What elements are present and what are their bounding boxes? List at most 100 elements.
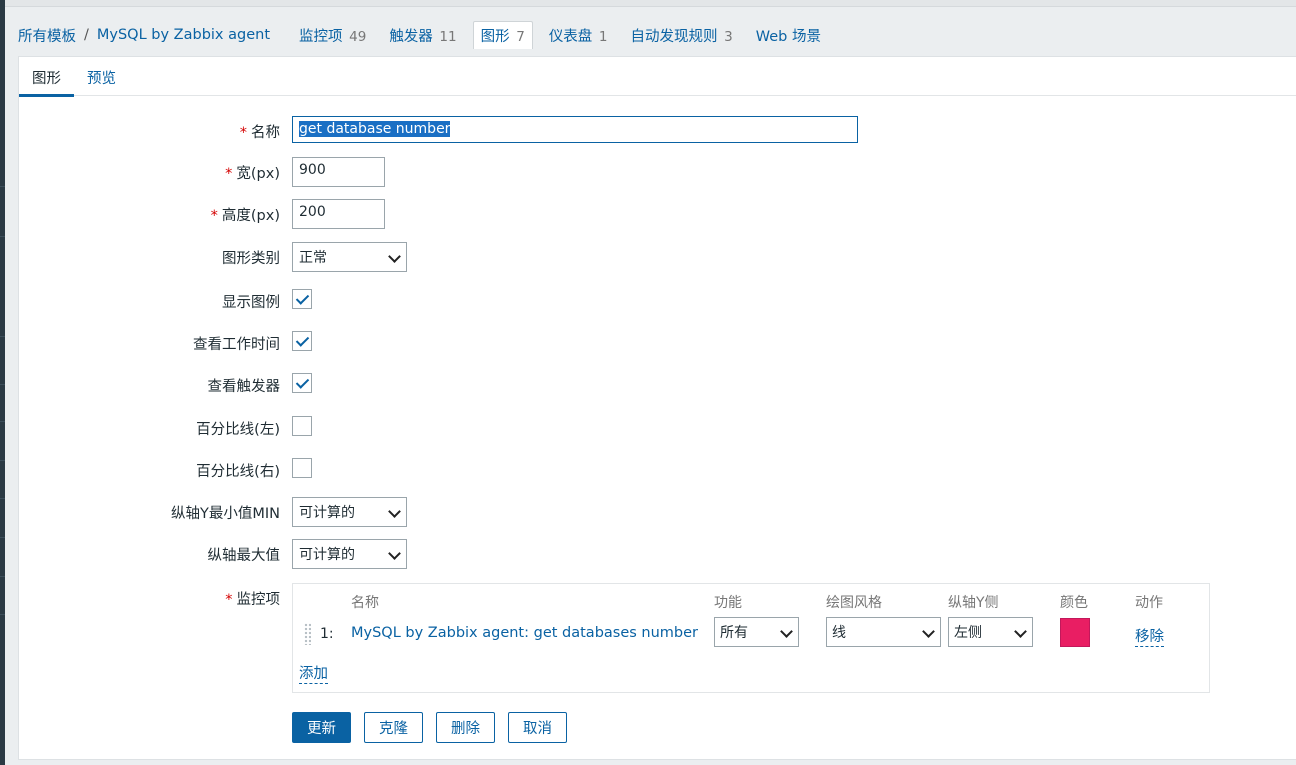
checkmark-icon <box>295 291 310 305</box>
form-row-name: * 名称 get database number <box>19 116 1296 146</box>
tab-dashboards[interactable]: 仪表盘 1 <box>542 22 615 49</box>
tab-items-count: 49 <box>349 28 367 45</box>
chevron-down-icon <box>1014 625 1027 638</box>
form-subtabs: 图形 预览 <box>19 57 1296 97</box>
chevron-down-icon <box>922 625 935 638</box>
breadcrumb-all-templates[interactable]: 所有模板 <box>18 25 76 46</box>
form-row-percentile-right: 百分比线(右) <box>19 455 1296 485</box>
item-style-value: 线 <box>832 625 846 641</box>
tab-discovery-rules[interactable]: 自动发现规则 3 <box>624 22 740 49</box>
tab-items[interactable]: 监控项 49 <box>292 22 373 49</box>
checkmark-icon <box>295 333 310 347</box>
chevron-down-icon <box>388 547 401 560</box>
breadcrumb-template-name[interactable]: MySQL by Zabbix agent <box>97 27 270 43</box>
ymax-select[interactable]: 可计算的 <box>292 539 407 569</box>
col-header-action: 动作 <box>1135 595 1163 611</box>
sidebar-divider <box>0 236 5 237</box>
subtab-preview[interactable]: 预览 <box>87 67 116 88</box>
sidebar-divider <box>0 614 5 615</box>
required-asterisk: * <box>210 208 218 224</box>
graph-type-select[interactable]: 正常 <box>292 242 407 272</box>
sidebar-divider <box>0 421 5 422</box>
form-row-ymin: 纵轴Y最小值MIN 可计算的 <box>19 497 1296 527</box>
ymin-label: 纵轴Y最小值MIN <box>171 506 280 522</box>
sidebar-divider <box>0 498 5 499</box>
clone-button[interactable]: 克隆 <box>364 712 423 743</box>
top-bar <box>5 0 1296 7</box>
col-header-name: 名称 <box>351 595 379 611</box>
item-row-number: 1: <box>320 626 334 642</box>
working-time-label: 查看工作时间 <box>193 337 280 353</box>
form-row-height: * 高度(px) 200 <box>19 199 1296 229</box>
sidebar-divider <box>0 537 5 538</box>
subtab-graph[interactable]: 图形 <box>19 67 74 97</box>
working-time-checkbox[interactable] <box>292 331 312 351</box>
item-function-value: 所有 <box>720 625 748 641</box>
tab-graphs[interactable]: 图形 7 <box>472 21 533 49</box>
ymax-label: 纵轴最大值 <box>207 548 281 564</box>
ymin-select[interactable]: 可计算的 <box>292 497 407 527</box>
col-header-function: 功能 <box>714 595 742 611</box>
cancel-button[interactable]: 取消 <box>508 712 567 743</box>
sidebar-divider <box>0 336 5 337</box>
tab-discovery-label: 自动发现规则 <box>630 28 718 45</box>
item-function-select[interactable]: 所有 <box>714 617 799 647</box>
required-asterisk: * <box>225 166 233 182</box>
ymax-value: 可计算的 <box>299 547 355 563</box>
form-row-ymax: 纵轴最大值 可计算的 <box>19 539 1296 569</box>
add-item-link[interactable]: 添加 <box>299 662 328 684</box>
percentile-right-checkbox[interactable] <box>292 458 312 478</box>
show-triggers-checkbox[interactable] <box>292 373 312 393</box>
name-input[interactable]: get database number <box>292 116 858 143</box>
chevron-down-icon <box>388 250 401 263</box>
percentile-left-label: 百分比线(左) <box>196 422 280 438</box>
tab-graphs-label: 图形 <box>480 29 510 45</box>
name-label-text: 名称 <box>251 125 280 141</box>
sidebar-divider <box>0 576 5 577</box>
tab-triggers[interactable]: 触发器 11 <box>382 22 463 49</box>
left-sidebar-strip <box>0 0 5 765</box>
show-legend-label: 显示图例 <box>222 295 280 311</box>
show-legend-checkbox[interactable] <box>292 289 312 309</box>
item-color-swatch[interactable] <box>1060 618 1090 647</box>
height-input[interactable]: 200 <box>292 199 385 229</box>
col-header-color: 颜色 <box>1060 595 1088 611</box>
sidebar-divider <box>0 186 5 187</box>
sidebar-divider <box>0 460 5 461</box>
tab-web-label: Web 场景 <box>755 28 821 45</box>
col-header-yaxis: 纵轴Y侧 <box>948 595 999 611</box>
tab-triggers-count: 11 <box>439 28 457 45</box>
graph-form-panel: 图形 预览 * 名称 get database number * 宽(px) 900… <box>18 56 1296 760</box>
width-label-text: 宽(px) <box>236 166 280 182</box>
breadcrumb: 所有模板 / MySQL by Zabbix agent 监控项 49 触发器 … <box>18 20 837 50</box>
delete-button[interactable]: 删除 <box>436 712 495 743</box>
form-row-show-legend: 显示图例 <box>19 286 1296 316</box>
required-asterisk: * <box>225 592 233 608</box>
item-yaxis-select[interactable]: 左侧 <box>948 617 1033 647</box>
width-label: * 宽(px) <box>225 162 280 183</box>
width-input[interactable]: 900 <box>292 157 385 187</box>
name-input-value: get database number <box>299 121 451 137</box>
items-table: 名称 功能 绘图风格 纵轴Y侧 颜色 动作 1: MySQL by Zabbix… <box>292 583 1210 693</box>
item-name-link[interactable]: MySQL by Zabbix agent: get databases num… <box>351 625 698 641</box>
items-label: * 监控项 <box>225 588 280 609</box>
tab-graphs-count: 7 <box>516 29 525 45</box>
sidebar-divider <box>0 384 5 385</box>
show-triggers-label: 查看触发器 <box>207 379 281 395</box>
form-row-width: * 宽(px) 900 <box>19 157 1296 187</box>
name-label: * 名称 <box>240 121 280 142</box>
tab-dashboards-count: 1 <box>598 28 608 45</box>
graph-type-value: 正常 <box>299 250 327 266</box>
drag-handle-icon[interactable] <box>304 623 311 645</box>
percentile-left-checkbox[interactable] <box>292 416 312 436</box>
tab-dashboards-label: 仪表盘 <box>548 28 593 45</box>
update-button[interactable]: 更新 <box>292 712 351 743</box>
form-row-percentile-left: 百分比线(左) <box>19 413 1296 443</box>
chevron-down-icon <box>388 505 401 518</box>
tab-web-scenarios[interactable]: Web 场景 <box>749 22 828 49</box>
tab-triggers-label: 触发器 <box>389 28 433 45</box>
item-remove-link[interactable]: 移除 <box>1135 625 1164 647</box>
form-row-show-triggers: 查看触发器 <box>19 370 1296 400</box>
chevron-down-icon <box>780 625 793 638</box>
item-style-select[interactable]: 线 <box>826 617 941 647</box>
